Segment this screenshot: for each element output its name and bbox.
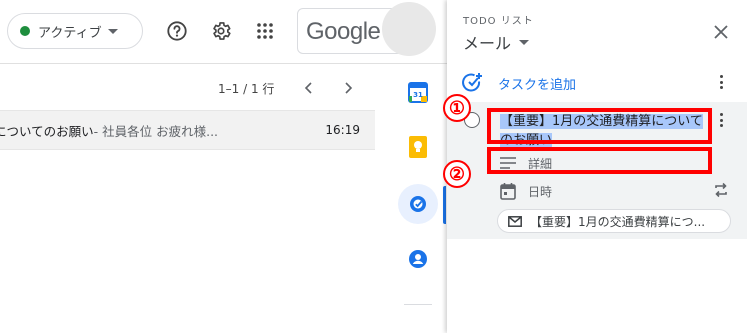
- task-date-field[interactable]: 日時: [500, 180, 552, 202]
- contacts-app-button[interactable]: [405, 246, 431, 272]
- next-page-button[interactable]: [334, 74, 362, 102]
- list-more-options-icon[interactable]: [716, 72, 726, 92]
- add-task-row[interactable]: タスクを追加: [447, 68, 747, 98]
- apps-grid-icon: [257, 23, 273, 39]
- chevron-right-icon: [345, 82, 353, 94]
- tasks-check-icon: [410, 196, 426, 212]
- mail-icon: [508, 215, 522, 227]
- top-bar: アクティブ Google: [0, 0, 447, 64]
- calendar-icon: 31: [408, 82, 428, 103]
- status-dropdown[interactable]: アクティブ: [7, 13, 143, 49]
- help-button[interactable]: [163, 17, 191, 45]
- help-icon: [167, 21, 187, 41]
- email-subject: についてのお願い: [0, 123, 94, 139]
- panel-overline: TODO リスト: [463, 16, 534, 27]
- task-more-options-icon[interactable]: [716, 110, 726, 130]
- annotation-marker-2: ②: [443, 160, 471, 188]
- linked-email-chip[interactable]: 【重要】1月の交通費精算につ...: [497, 209, 731, 233]
- calendar-small-icon: [500, 183, 516, 200]
- pagination-text: 1–1 / 1 行: [218, 82, 275, 96]
- calendar-app-button[interactable]: 31: [405, 79, 431, 105]
- task-list-selector[interactable]: メール: [463, 30, 530, 54]
- gear-icon: [213, 22, 231, 40]
- avatar[interactable]: [382, 2, 436, 56]
- contacts-icon: [409, 250, 427, 268]
- linked-email-title: 【重要】1月の交通費精算につ...: [530, 214, 706, 229]
- tasks-app-button[interactable]: [405, 191, 431, 217]
- status-label: アクティブ: [38, 25, 102, 41]
- chevron-down-icon: [107, 28, 118, 34]
- active-status-dot: [20, 26, 30, 36]
- apps-button[interactable]: [251, 17, 279, 45]
- add-task-label: タスクを追加: [498, 78, 577, 93]
- gmail-window: アクティブ Google 1–1 / 1 行 についてのお願い - 社員各位 お…: [0, 0, 747, 333]
- annotation-box-2: [487, 147, 712, 174]
- repeat-icon[interactable]: [713, 182, 729, 198]
- keep-app-button[interactable]: [405, 134, 431, 160]
- keep-lightbulb-icon: [409, 136, 427, 158]
- active-indicator: [443, 186, 446, 224]
- close-panel-button[interactable]: [709, 20, 733, 44]
- strip-divider: [404, 304, 432, 305]
- chevron-down-icon: [519, 39, 530, 45]
- task-list-name: メール: [463, 34, 512, 53]
- mail-toolbar: 1–1 / 1 行: [0, 64, 390, 110]
- annotation-box-1: [487, 108, 712, 144]
- chevron-left-icon: [304, 82, 312, 94]
- settings-button[interactable]: [207, 17, 235, 45]
- add-task-icon: [462, 73, 482, 92]
- google-logo: Google: [306, 18, 381, 45]
- email-snippet: - 社員各位 お疲れ様...: [93, 123, 219, 139]
- prev-page-button[interactable]: [295, 74, 323, 102]
- annotation-marker-1: ①: [443, 94, 471, 122]
- task-date-placeholder: 日時: [528, 184, 553, 199]
- side-panel-strip: 31: [390, 64, 446, 333]
- close-icon: [714, 25, 728, 39]
- email-row[interactable]: についてのお願い - 社員各位 お疲れ様... 16:19: [0, 110, 375, 150]
- email-time: 16:19: [325, 123, 360, 137]
- svg-text:31: 31: [413, 91, 423, 99]
